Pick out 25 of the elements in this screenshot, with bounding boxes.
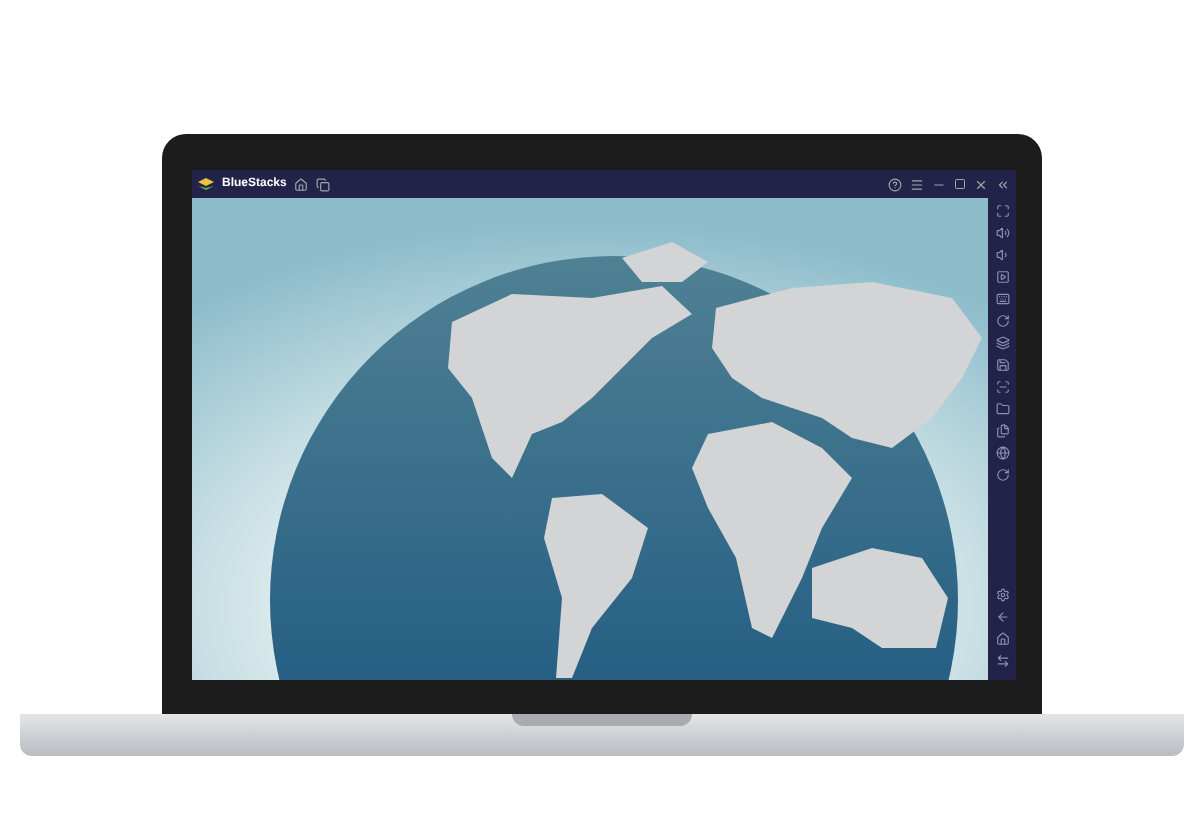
refresh-icon[interactable] <box>995 468 1009 482</box>
home-icon[interactable] <box>995 632 1009 646</box>
help-icon[interactable] <box>888 177 902 191</box>
maximize-icon[interactable] <box>954 178 966 190</box>
collapse-icon[interactable] <box>996 177 1010 191</box>
menu-icon[interactable] <box>910 177 924 191</box>
rotate-icon[interactable] <box>995 314 1009 328</box>
logo-icon <box>198 177 214 191</box>
volume-up-icon[interactable] <box>995 226 1009 240</box>
layers-icon[interactable] <box>995 336 1009 350</box>
settings-icon[interactable] <box>995 588 1009 602</box>
folder-icon[interactable] <box>995 402 1009 416</box>
files-icon[interactable] <box>995 424 1009 438</box>
home-icon[interactable] <box>294 177 309 191</box>
back-icon[interactable] <box>995 610 1009 624</box>
switch-icon[interactable] <box>995 654 1009 668</box>
scan-icon[interactable] <box>995 380 1009 394</box>
multi-instance-icon[interactable] <box>316 177 331 191</box>
save-icon[interactable] <box>995 358 1009 372</box>
fullscreen-icon[interactable] <box>995 204 1009 218</box>
volume-down-icon[interactable] <box>995 248 1009 262</box>
keyboard-icon[interactable] <box>995 292 1009 306</box>
play-square-icon[interactable] <box>995 270 1009 284</box>
globe-icon[interactable] <box>995 446 1009 460</box>
close-icon[interactable] <box>974 177 988 191</box>
